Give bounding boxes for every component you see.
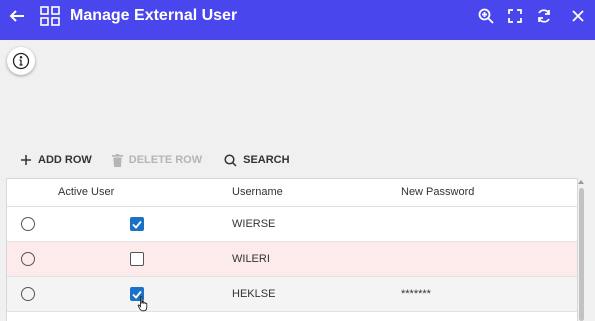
column-header-new-password[interactable]: New Password (401, 186, 474, 198)
table-row[interactable]: HEKLSE ******* (7, 277, 577, 312)
page-title: Manage External User (70, 7, 238, 24)
search-button[interactable]: SEARCH (224, 153, 290, 167)
row-select-radio[interactable] (21, 287, 35, 301)
username-cell[interactable]: WIERSE (232, 218, 275, 230)
add-row-label: ADD ROW (38, 154, 92, 166)
active-user-checkbox[interactable] (130, 217, 144, 231)
close-icon[interactable] (564, 2, 592, 30)
username-cell[interactable]: WILERI (232, 253, 270, 265)
fullscreen-icon[interactable] (501, 2, 529, 30)
username-cell[interactable]: HEKLSE (232, 288, 275, 300)
refresh-icon[interactable] (530, 2, 558, 30)
back-arrow-icon[interactable] (3, 2, 31, 30)
search-icon (224, 153, 237, 167)
table-row[interactable]: WILERI (7, 242, 577, 277)
users-table: Active User Username New Password WIERSE… (6, 178, 578, 321)
add-row-button[interactable]: ADD ROW (20, 154, 92, 166)
hand-pointer-cursor-icon (137, 296, 149, 317)
scroll-up-arrow-icon[interactable] (578, 180, 584, 184)
scroll-thumb[interactable] (579, 188, 584, 321)
plus-icon (21, 155, 31, 165)
trash-icon (111, 153, 123, 167)
zoom-in-icon[interactable] (472, 2, 500, 30)
row-select-radio[interactable] (21, 252, 35, 266)
password-cell[interactable]: ******* (401, 288, 431, 300)
column-header-active-user[interactable]: Active User (58, 186, 114, 198)
column-header-username[interactable]: Username (232, 186, 283, 198)
app-grid-icon[interactable] (36, 2, 64, 30)
active-user-checkbox[interactable] (130, 252, 144, 266)
info-button[interactable] (7, 47, 35, 75)
table-header: Active User Username New Password (7, 179, 577, 207)
delete-row-button[interactable]: DELETE ROW (111, 153, 203, 167)
info-icon (12, 52, 30, 70)
search-label: SEARCH (243, 154, 290, 166)
table-scrollbar[interactable] (578, 178, 586, 321)
row-select-radio[interactable] (21, 217, 35, 231)
grid-toolbar: ADD ROW DELETE ROW SEARCH (20, 150, 290, 170)
checkmark-icon (132, 220, 142, 229)
table-row[interactable]: WIERSE (7, 207, 577, 242)
delete-row-label: DELETE ROW (128, 154, 203, 166)
app-bar: Manage External User (0, 0, 595, 40)
